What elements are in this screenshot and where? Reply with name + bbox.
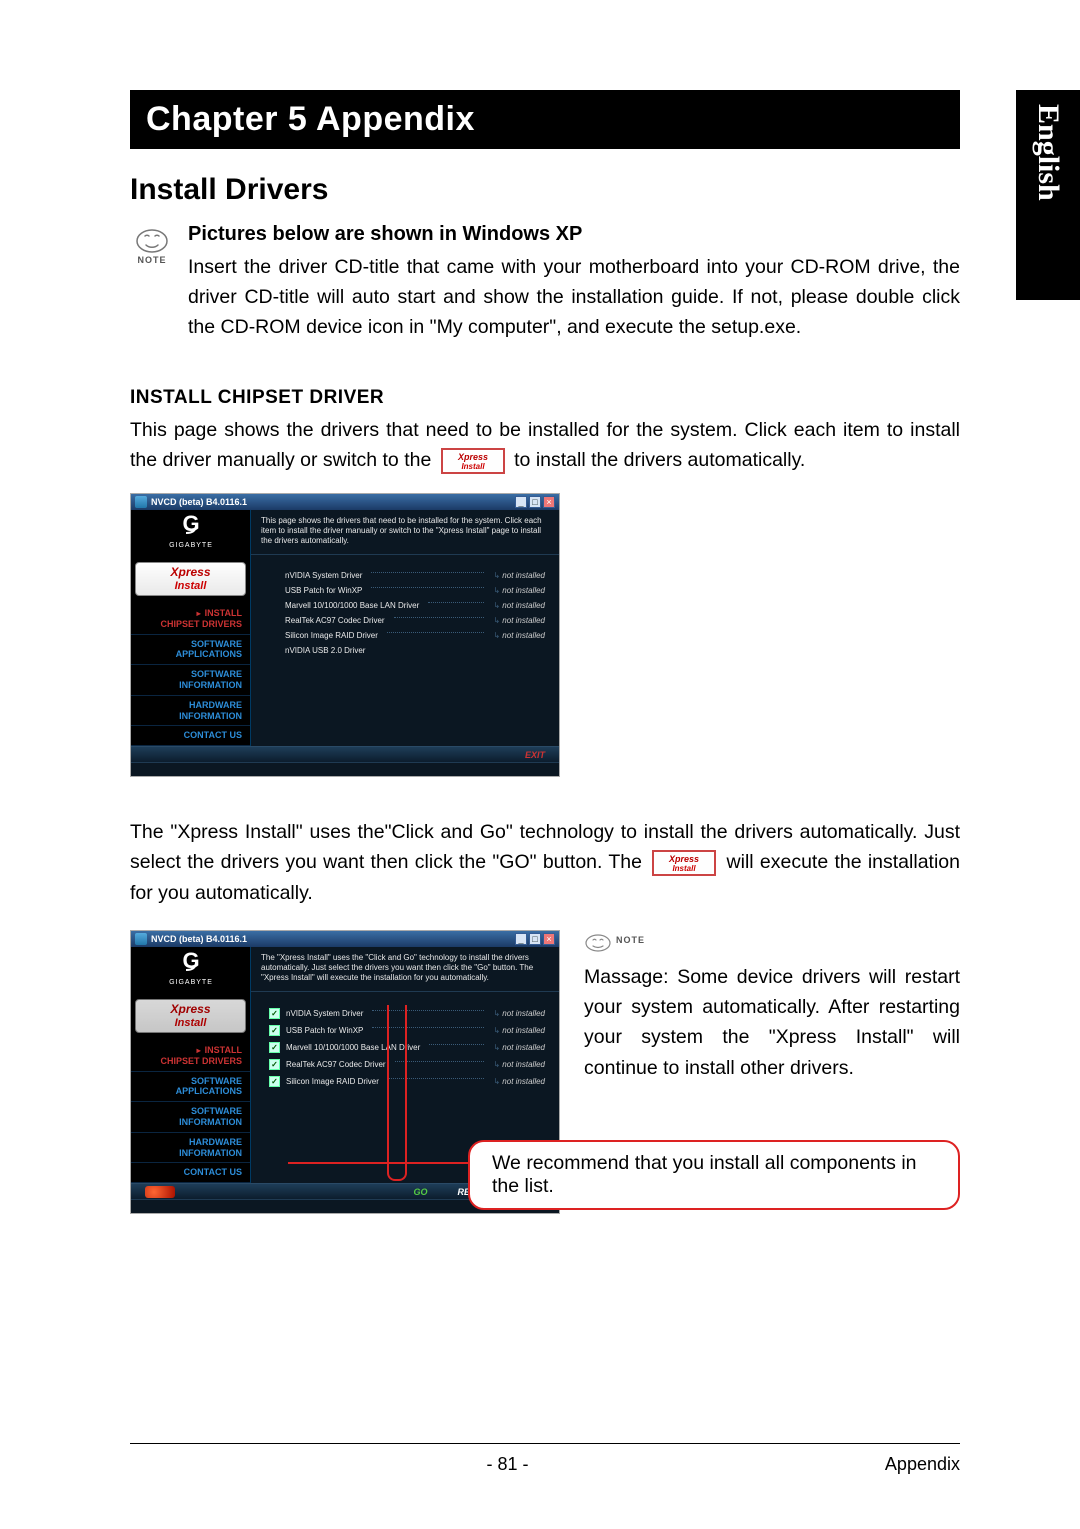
app-title: NVCD (beta) B4.0116.1	[151, 934, 247, 944]
install-chipset-heading: INSTALL CHIPSET DRIVER	[130, 387, 960, 409]
app-icon	[135, 496, 147, 508]
nav-software-applications[interactable]: SOFTWARE APPLICATIONS	[131, 1072, 250, 1103]
driver-row[interactable]: ✓Marvell 10/100/1000 Base LAN Drivernot …	[269, 1042, 545, 1053]
driver-row[interactable]: Silicon Image RAID Drivernot installed	[285, 631, 545, 640]
checkbox[interactable]: ✓	[269, 1076, 280, 1087]
nav-hardware-information[interactable]: HARDWARE INFORMATION	[131, 1133, 250, 1164]
page-number: - 81 -	[486, 1454, 528, 1475]
nav-software-information[interactable]: SOFTWARE INFORMATION	[131, 1102, 250, 1133]
app-window-1: NVCD (beta) B4.0116.1 _ □ × G GIGABYTE X…	[130, 493, 560, 777]
minimize-button[interactable]: _	[515, 496, 527, 508]
close-button[interactable]: ×	[543, 496, 555, 508]
callout-connector	[288, 1162, 468, 1164]
nav-install-chipset[interactable]: INSTALL CHIPSET DRIVERS	[131, 1041, 250, 1072]
svg-text:Xpress: Xpress	[457, 452, 488, 462]
driver-row[interactable]: nVIDIA System Drivernot installed	[285, 571, 545, 580]
xpress-install-badge: Xpress Install	[441, 448, 505, 474]
xpress-install-button[interactable]: Xpress Install	[135, 562, 246, 596]
panel-description: The "Xpress Install" uses the "Click and…	[251, 947, 559, 992]
note-label: NOTE	[616, 934, 645, 948]
xpress-paragraph: The "Xpress Install" uses the"Click and …	[130, 817, 960, 908]
xpress-install-badge: Xpress Install	[652, 850, 716, 876]
subsection-heading: Pictures below are shown in Windows XP	[188, 223, 960, 246]
nav-software-applications[interactable]: SOFTWARE APPLICATIONS	[131, 635, 250, 666]
driver-row[interactable]: nVIDIA USB 2.0 Driver	[285, 646, 545, 655]
go-button[interactable]: GO	[413, 1187, 427, 1197]
chipset-paragraph: This page shows the drivers that need to…	[130, 415, 960, 475]
intro-paragraph: Insert the driver CD-title that came wit…	[188, 252, 960, 343]
maximize-button[interactable]: □	[529, 496, 541, 508]
driver-row[interactable]: ✓nVIDIA System Drivernot installed	[269, 1008, 545, 1019]
note-block: NOTE Pictures below are shown in Windows…	[130, 223, 960, 343]
nav-install-chipset[interactable]: INSTALL CHIPSET DRIVERS	[131, 604, 250, 635]
driver-row[interactable]: RealTek AC97 Codec Drivernot installed	[285, 616, 545, 625]
checkbox[interactable]: ✓	[269, 1008, 280, 1019]
checkbox[interactable]: ✓	[269, 1042, 280, 1053]
app-icon	[135, 933, 147, 945]
svg-text:Install: Install	[461, 462, 485, 471]
svg-text:Xpress: Xpress	[668, 854, 699, 864]
footer-section-name: Appendix	[885, 1454, 960, 1475]
nav-hardware-information[interactable]: HARDWARE INFORMATION	[131, 696, 250, 727]
chapter-heading: Chapter 5 Appendix	[130, 90, 960, 149]
chipset-text-b: to install the drivers automatically.	[514, 449, 805, 471]
brand-logo: G GIGABYTE	[131, 510, 250, 560]
brand-logo: G GIGABYTE	[131, 947, 250, 997]
app-title: NVCD (beta) B4.0116.1	[151, 497, 247, 507]
svg-text:GIGABYTE: GIGABYTE	[169, 979, 213, 986]
exit-button[interactable]: EXIT	[525, 750, 545, 760]
note-label: NOTE	[137, 255, 166, 265]
nav-software-information[interactable]: SOFTWARE INFORMATION	[131, 665, 250, 696]
xpress-install-button[interactable]: Xpress Install	[135, 999, 246, 1033]
titlebar: NVCD (beta) B4.0116.1 _ □ ×	[131, 931, 559, 947]
driver-row[interactable]: ✓RealTek AC97 Codec Drivernot installed	[269, 1059, 545, 1070]
note-icon: NOTE	[130, 223, 174, 265]
minimize-button[interactable]: _	[515, 933, 527, 945]
right-note-column: NOTE Massage: Some device drivers will r…	[584, 930, 960, 1083]
app-sidebar: G GIGABYTE Xpress Install INSTALL CHIPSE…	[131, 510, 251, 746]
app-sidebar: G GIGABYTE Xpress Install INSTALL CHIPSE…	[131, 947, 251, 1183]
driver-row[interactable]: Marvell 10/100/1000 Base LAN Drivernot i…	[285, 601, 545, 610]
app-bottom-bar: EXIT	[131, 746, 559, 762]
app-main-panel: This page shows the drivers that need to…	[251, 510, 559, 746]
checkbox[interactable]: ✓	[269, 1025, 280, 1036]
svg-text:GIGABYTE: GIGABYTE	[169, 542, 213, 549]
driver-row[interactable]: ✓Silicon Image RAID Drivernot installed	[269, 1076, 545, 1087]
page-content: Chapter 5 Appendix Install Drivers NOTE …	[0, 0, 1080, 1254]
note-icon: NOTE	[584, 930, 960, 952]
driver-list: ✓nVIDIA System Drivernot installed ✓USB …	[251, 992, 559, 1101]
svg-text:Install: Install	[673, 864, 697, 873]
driver-row[interactable]: ✓USB Patch for WinXPnot installed	[269, 1025, 545, 1036]
page-footer: - 81 - Appendix	[130, 1443, 960, 1475]
nav-contact-us[interactable]: CONTACT US	[131, 726, 250, 746]
titlebar: NVCD (beta) B4.0116.1 _ □ ×	[131, 494, 559, 510]
close-button[interactable]: ×	[543, 933, 555, 945]
maximize-button[interactable]: □	[529, 933, 541, 945]
panel-description: This page shows the drivers that need to…	[251, 510, 559, 555]
driver-row[interactable]: USB Patch for WinXPnot installed	[285, 586, 545, 595]
checkbox[interactable]: ✓	[269, 1059, 280, 1070]
driver-list: nVIDIA System Drivernot installed USB Pa…	[251, 555, 559, 669]
animation-icon	[145, 1186, 175, 1198]
callout-box: We recommend that you install all compon…	[468, 1140, 960, 1210]
section-heading: Install Drivers	[130, 173, 960, 207]
right-note-paragraph: Massage: Some device drivers will restar…	[584, 962, 960, 1083]
nav-contact-us[interactable]: CONTACT US	[131, 1163, 250, 1183]
